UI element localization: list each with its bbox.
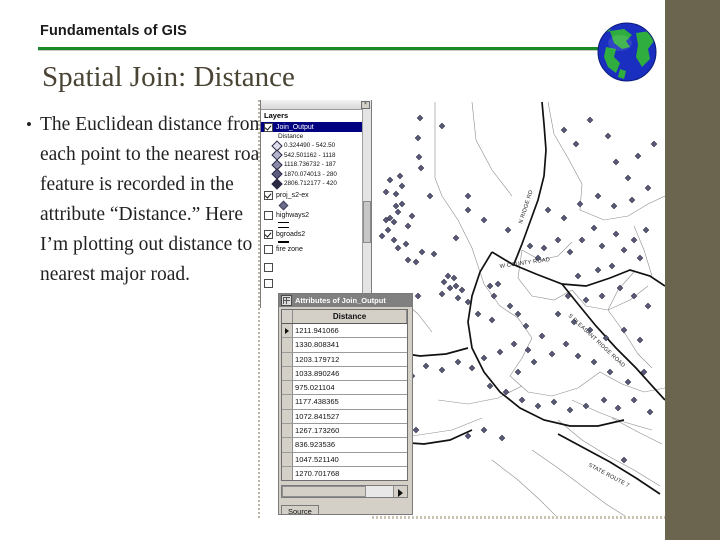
diamond-symbol-icon <box>271 178 283 190</box>
scroll-thumb[interactable] <box>282 486 366 497</box>
attributes-title: Attributes of Join_Output <box>295 296 386 305</box>
header-title: Fundamentals of GIS <box>40 23 187 39</box>
toc-layer-label: bgroads2 <box>276 231 306 238</box>
toc-layer-label: proj_s2-ex <box>276 192 309 199</box>
table-row[interactable]: 1203.179712 <box>282 352 407 367</box>
toc-class-break[interactable]: 2806.712177 - 420 <box>271 178 362 190</box>
cell-distance: 975.021104 <box>293 381 407 395</box>
toc-vertical-scrollbar[interactable] <box>362 109 371 308</box>
cell-distance: 1072.841527 <box>293 409 407 424</box>
toc-layer-label: Join_Output <box>276 123 314 131</box>
table-row[interactable]: 1177.438365 <box>282 395 407 410</box>
toc-class-label: 1870.074013 - 280 <box>284 170 337 178</box>
attributes-horizontal-scrollbar[interactable] <box>281 485 408 498</box>
row-selector[interactable] <box>282 424 293 438</box>
row-selector[interactable] <box>282 452 293 466</box>
cell-distance: 1033.890246 <box>293 366 407 381</box>
table-row[interactable]: 1047.521140 <box>282 452 407 467</box>
table-icon <box>281 295 292 306</box>
row-selector[interactable] <box>282 324 293 338</box>
toc-layer-extra-1[interactable] <box>264 263 362 273</box>
row-selector[interactable] <box>282 366 293 381</box>
tab-source[interactable]: Source <box>281 505 319 514</box>
attributes-grid[interactable]: Distance 1211.941066 1330.808341 1203.17… <box>281 309 408 481</box>
toc-layer-fire-zone[interactable]: fire zone <box>264 245 362 255</box>
toc-class-break[interactable]: 1870.074013 - 280 <box>271 168 362 180</box>
checkbox-icon[interactable] <box>264 211 273 220</box>
checkbox-icon[interactable] <box>264 245 273 254</box>
row-selector[interactable] <box>282 409 293 424</box>
attributes-window[interactable]: Attributes of Join_Output Distance 1211.… <box>278 293 413 515</box>
toc-class-label: 542.501162 - 1118 <box>284 151 336 159</box>
table-row[interactable]: 836.923536 <box>282 438 407 453</box>
line-symbol-icon <box>278 240 289 243</box>
toc-close-button[interactable]: × <box>361 101 370 109</box>
bullet-list-item: • The Euclidean distance from each point… <box>18 110 288 290</box>
scroll-track[interactable] <box>366 486 393 497</box>
toc-layer-bgroads2[interactable]: bgroads2 <box>264 230 362 240</box>
table-row[interactable]: 1033.890246 <box>282 366 407 382</box>
attributes-titlebar[interactable]: Attributes of Join_Output <box>279 294 412 307</box>
table-row[interactable]: 1270.701768 <box>282 466 407 480</box>
bullet-marker-icon: • <box>26 115 32 134</box>
attributes-column-header-row: Distance <box>282 310 407 324</box>
globe-icon <box>594 19 660 85</box>
row-selector[interactable] <box>282 438 293 452</box>
grid-corner-cell <box>282 310 293 323</box>
diamond-symbol-icon <box>278 200 289 210</box>
row-selector[interactable] <box>282 352 293 366</box>
toc-heading: Layers <box>264 111 289 120</box>
cell-distance: 1270.701768 <box>293 466 407 480</box>
template-accent-bar <box>665 0 720 540</box>
toc-layer-proj-s2-ex[interactable]: proj_s2-ex <box>264 191 362 201</box>
table-row[interactable]: 1211.941066 <box>282 324 407 339</box>
map-canvas[interactable]: W COUNTY ROAD S PLEASANT RIDGE ROAD STAT… <box>372 100 665 518</box>
cell-distance: 1203.179712 <box>293 352 407 366</box>
toc-class-break[interactable]: 542.501162 - 1118 <box>271 149 362 161</box>
toc-tree[interactable]: Layers Join_Output Distance 0.324490 - 5… <box>261 109 362 308</box>
checkbox-icon[interactable] <box>264 191 273 200</box>
table-row[interactable]: 975.021104 <box>282 381 407 396</box>
slide-canvas: Fundamentals of GIS Spatial Join: Distan… <box>0 0 720 540</box>
cell-distance: 1330.808341 <box>293 338 407 352</box>
toc-class-break[interactable]: 1118.736732 - 187 <box>271 159 362 171</box>
column-header-distance[interactable]: Distance <box>293 310 407 323</box>
checkbox-icon[interactable] <box>264 279 273 288</box>
toc-classified-field: Distance <box>278 133 304 140</box>
toc-layer-label: highways2 <box>276 212 310 219</box>
page-title: Spatial Join: Distance <box>42 61 295 93</box>
toc-layer-label: fire zone <box>276 246 303 253</box>
toc-layer-join-output[interactable]: Join_Output <box>261 122 362 132</box>
toc-layer-extra-2[interactable] <box>264 279 362 289</box>
table-row[interactable]: 1267.173260 <box>282 424 407 439</box>
toc-class-label: 1118.736732 - 187 <box>284 161 336 169</box>
layers-toc-panel[interactable]: × Layers Join_Output Distance 0.324490 -… <box>260 100 372 308</box>
checkbox-icon[interactable] <box>264 263 273 272</box>
checkbox-icon[interactable] <box>264 230 273 239</box>
cell-distance: 1267.173260 <box>293 424 407 438</box>
toc-class-label: 2806.712177 - 420 <box>284 180 337 188</box>
checkbox-icon[interactable] <box>264 122 273 132</box>
attributes-tabbar[interactable]: Source <box>281 501 408 514</box>
row-selector[interactable] <box>282 381 293 395</box>
header-rule-shadow <box>38 50 603 51</box>
toc-class-break[interactable]: 0.324490 - 542.50 <box>271 140 362 152</box>
toc-layer-highways2[interactable]: highways2 <box>264 211 362 221</box>
toc-class-label: 0.324490 - 542.50 <box>284 142 336 150</box>
row-selector[interactable] <box>282 338 293 352</box>
double-line-symbol-icon <box>278 221 289 228</box>
bullet-text: The Euclidean distance from each point t… <box>40 114 270 285</box>
map-bottom-edge <box>372 516 665 519</box>
table-row[interactable]: 1072.841527 <box>282 409 407 425</box>
row-selector[interactable] <box>282 395 293 409</box>
scroll-right-arrow-icon[interactable] <box>393 486 407 497</box>
cell-distance: 1177.438365 <box>293 395 407 409</box>
toc-scroll-thumb[interactable] <box>363 201 371 243</box>
cell-distance: 1211.941066 <box>293 324 407 338</box>
cell-distance: 836.923536 <box>293 438 407 452</box>
cell-distance: 1047.521140 <box>293 452 407 466</box>
table-row[interactable]: 1330.808341 <box>282 338 407 353</box>
row-selector[interactable] <box>282 466 293 480</box>
